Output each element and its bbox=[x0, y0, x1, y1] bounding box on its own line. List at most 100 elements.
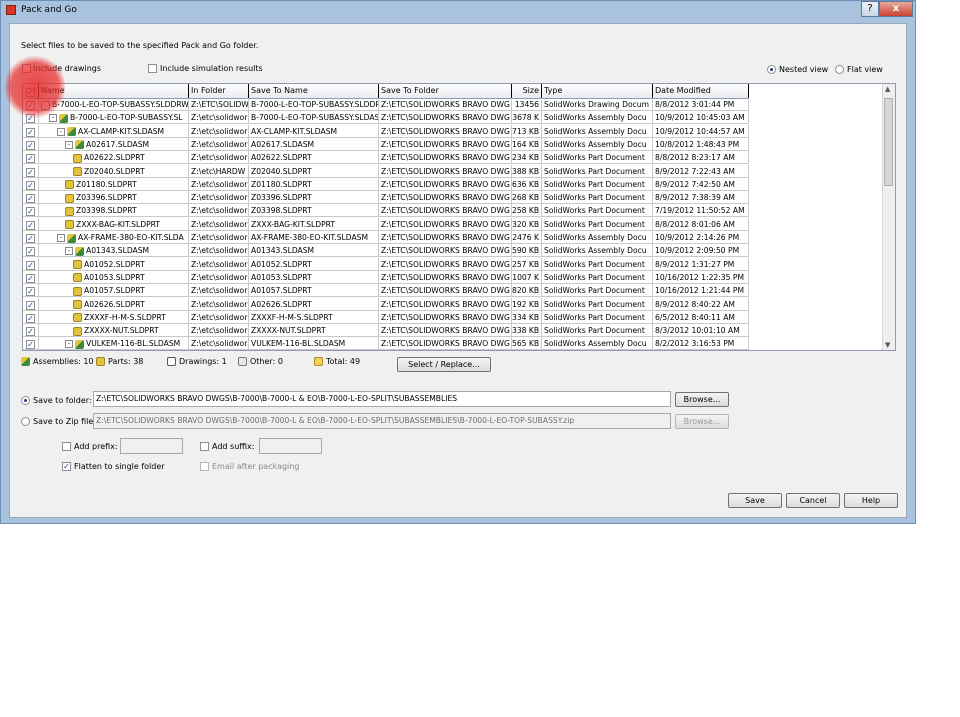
table-row[interactable]: ✓B-7000-L-EO-TOP-SUBASSY.SLDDRWZ:\ETC\SO… bbox=[23, 98, 749, 111]
cell-size: 590 KB bbox=[512, 244, 542, 258]
table-row[interactable]: ✓ A01057.SLDPRT Z:\etc\solidwor A01057.SLDP… bbox=[23, 284, 749, 298]
help-title-button[interactable]: ? bbox=[861, 1, 879, 17]
row-checkbox[interactable]: ✓ bbox=[26, 154, 35, 164]
table-row[interactable]: ✓ A01053.SLDPRT Z:\etc\solidwor A01053.SLDP… bbox=[23, 270, 749, 284]
table-row[interactable]: ✓ Z01180.SLDPRT Z:\etc\solidwor Z01180.SLDP… bbox=[23, 177, 749, 191]
tree-collapse-icon[interactable]: - bbox=[49, 114, 57, 123]
browse-folder-button[interactable]: Browse... bbox=[675, 392, 729, 407]
flatten-checkbox[interactable]: ✓ bbox=[62, 462, 71, 471]
row-checkbox[interactable]: ✓ bbox=[26, 207, 35, 217]
save-to-folder-input[interactable]: Z:\ETC\SOLIDWORKS BRAVO DWGS\B-7000\B-70… bbox=[93, 391, 671, 407]
save-to-zip-radio[interactable] bbox=[21, 417, 30, 426]
select-replace-button[interactable]: Select / Replace... bbox=[397, 357, 491, 372]
cell-date: 8/8/2012 3:01:44 PM bbox=[653, 98, 749, 111]
row-checkbox[interactable]: ✓ bbox=[26, 247, 35, 257]
table-row[interactable]: ✓ - VULKEM-116-BL.SLDASM Z:\etc\solidwor VUL… bbox=[23, 337, 749, 350]
flat-view-radio[interactable] bbox=[835, 65, 844, 74]
tree-collapse-icon[interactable]: - bbox=[65, 340, 73, 349]
cell-in-folder: Z:\etc\solidwor bbox=[189, 244, 249, 258]
cell-in-folder: Z:\etc\solidwor bbox=[189, 137, 249, 151]
title-bar[interactable]: Pack and Go ? x bbox=[1, 1, 915, 21]
row-checkbox[interactable]: ✓ bbox=[26, 340, 35, 350]
row-checkbox[interactable]: ✓ bbox=[26, 180, 35, 190]
tree-collapse-icon[interactable]: - bbox=[65, 140, 73, 149]
row-checkbox[interactable]: ✓ bbox=[26, 234, 35, 243]
table-row[interactable]: ✓ - A02617.SLDASM Z:\etc\solidwor A02617.SLD… bbox=[23, 137, 749, 151]
cell-type: SolidWorks Assembly Docu bbox=[542, 337, 653, 350]
col-header-size[interactable]: Size bbox=[512, 84, 542, 98]
table-row[interactable]: ✓ A02622.SLDPRT Z:\etc\solidwor A02622.SLDP… bbox=[23, 151, 749, 165]
table-row[interactable]: ✓ Z03398.SLDPRT Z:\etc\solidwor Z03398.SLDP… bbox=[23, 204, 749, 218]
row-checkbox[interactable]: ✓ bbox=[26, 127, 35, 137]
include-simulation-label: Include simulation results bbox=[160, 64, 263, 73]
nested-view-radio[interactable] bbox=[767, 65, 776, 74]
file-name-text: ZXXX-BAG-KIT.SLDPRT bbox=[76, 219, 161, 229]
col-header-save-to-folder[interactable]: Save To Folder bbox=[379, 84, 512, 98]
table-row[interactable]: ✓ - B-7000-L-EO-TOP-SUBASSY.SL Z:\etc\solid… bbox=[23, 111, 749, 125]
cancel-button[interactable]: Cancel bbox=[786, 493, 840, 508]
cell-name: - A02617.SLDASM bbox=[39, 137, 189, 151]
col-header-in-folder[interactable]: In Folder bbox=[189, 84, 249, 98]
table-row[interactable]: ✓ ZXXXF-H-M-S.SLDPRT Z:\etc\solidwor ZXXXF-… bbox=[23, 310, 749, 324]
table-row[interactable]: ✓ A02626.SLDPRT Z:\etc\solidwor A02626.SLDP… bbox=[23, 297, 749, 311]
scrollbar-thumb[interactable] bbox=[884, 98, 893, 186]
row-checkbox[interactable]: ✓ bbox=[26, 140, 35, 150]
help-button[interactable]: Help bbox=[844, 493, 898, 508]
table-row[interactable]: ✓ Z02040.SLDPRT Z:\etc\HARDW Z02040.SLDPRT Z… bbox=[23, 164, 749, 178]
row-checkbox[interactable]: ✓ bbox=[26, 167, 35, 177]
cell-save-name: A02626.SLDPRT bbox=[249, 297, 379, 311]
row-checkbox[interactable]: ✓ bbox=[26, 327, 35, 337]
col-header-save-to-name[interactable]: Save To Name bbox=[249, 84, 379, 98]
row-checkbox[interactable]: ✓ bbox=[26, 300, 35, 310]
table-row[interactable]: ✓ ZXXXX-NUT.SLDPRT Z:\etc\solidwor ZXXXX-NU… bbox=[23, 324, 749, 338]
file-name-text: A01343.SLDASM bbox=[86, 246, 150, 256]
tree-collapse-icon[interactable]: - bbox=[57, 234, 65, 242]
cell-type: SolidWorks Assembly Docu bbox=[542, 244, 653, 258]
prefix-input[interactable] bbox=[120, 438, 183, 454]
save-to-zip-input[interactable]: Z:\ETC\SOLIDWORKS BRAVO DWGS\B-7000\B-70… bbox=[93, 413, 671, 429]
scroll-down-icon[interactable]: ▼ bbox=[885, 341, 890, 349]
table-row[interactable]: ✓ ZXXX-BAG-KIT.SLDPRT Z:\etc\solidwor ZXXX-… bbox=[23, 217, 749, 231]
include-simulation-checkbox[interactable] bbox=[148, 64, 157, 73]
other-count-text: Other: 0 bbox=[250, 357, 283, 366]
row-checkbox[interactable]: ✓ bbox=[26, 287, 35, 297]
tree-collapse-icon[interactable]: - bbox=[57, 127, 65, 136]
row-select-cell: ✓ bbox=[23, 244, 39, 258]
table-row[interactable]: ✓ Z03396.SLDPRT Z:\etc\solidwor Z03396.SLDP… bbox=[23, 191, 749, 205]
other-file-icon bbox=[238, 357, 247, 366]
cell-type: SolidWorks Part Document bbox=[542, 164, 653, 178]
cell-name: A01052.SLDPRT bbox=[39, 257, 189, 271]
row-checkbox[interactable]: ✓ bbox=[26, 260, 35, 270]
cell-name: A02626.SLDPRT bbox=[39, 297, 189, 311]
add-prefix-checkbox[interactable] bbox=[62, 442, 71, 451]
cell-type: SolidWorks Drawing Docum bbox=[542, 98, 653, 111]
table-row[interactable]: ✓ - AX-FRAME-380-EO-KIT.SLDA Z:\etc\solidwo… bbox=[23, 231, 749, 244]
tree-collapse-icon[interactable]: - bbox=[65, 247, 73, 256]
cell-date: 6/5/2012 8:40:11 AM bbox=[653, 310, 749, 324]
row-select-cell: ✓ bbox=[23, 297, 39, 311]
row-checkbox[interactable]: ✓ bbox=[26, 313, 35, 323]
col-header-date-modified[interactable]: Date Modified bbox=[653, 84, 749, 98]
add-suffix-checkbox[interactable] bbox=[200, 442, 209, 451]
row-checkbox[interactable]: ✓ bbox=[26, 194, 35, 204]
dialog-body: Select files to be saved to the specifie… bbox=[9, 23, 907, 518]
table-row[interactable]: ✓ A01052.SLDPRT Z:\etc\solidwor A01052.SLDP… bbox=[23, 257, 749, 271]
cell-name: A01053.SLDPRT bbox=[39, 270, 189, 284]
save-button[interactable]: Save bbox=[728, 493, 782, 508]
email-label: Email after packaging bbox=[212, 462, 300, 471]
save-to-folder-radio[interactable] bbox=[21, 396, 30, 405]
col-header-type[interactable]: Type bbox=[542, 84, 653, 98]
row-checkbox[interactable]: ✓ bbox=[26, 273, 35, 283]
table-row[interactable]: ✓ - AX-CLAMP-KIT.SLDASM Z:\etc\solidwor AX-C… bbox=[23, 124, 749, 138]
cell-in-folder: Z:\etc\solidwor bbox=[189, 337, 249, 350]
browse-zip-button[interactable]: Browse... bbox=[675, 414, 729, 429]
cell-save-name: AX-CLAMP-KIT.SLDASM bbox=[249, 124, 379, 138]
scroll-up-icon[interactable]: ▲ bbox=[885, 85, 890, 93]
row-checkbox[interactable]: ✓ bbox=[26, 220, 35, 230]
email-checkbox[interactable] bbox=[200, 462, 209, 471]
cell-date: 8/9/2012 7:38:39 AM bbox=[653, 191, 749, 205]
table-row[interactable]: ✓ - A01343.SLDASM Z:\etc\solidwor A01343.SLD… bbox=[23, 244, 749, 258]
vertical-scrollbar[interactable]: ▲ ▼ bbox=[882, 84, 895, 350]
close-button[interactable]: x bbox=[879, 1, 913, 17]
suffix-input[interactable] bbox=[259, 438, 322, 454]
